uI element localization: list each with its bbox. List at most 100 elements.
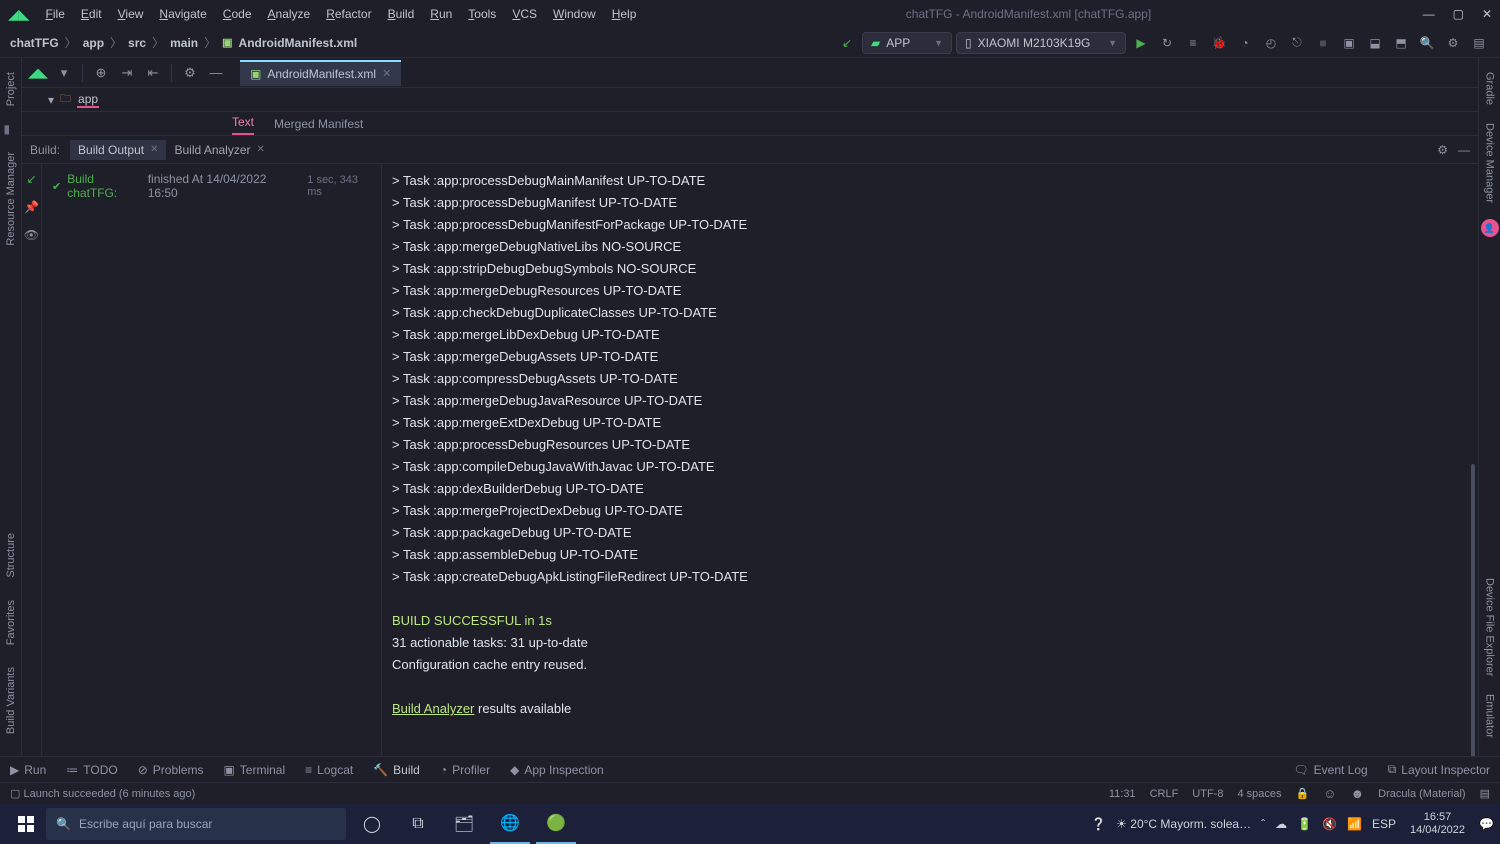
resource-manager-tool-button[interactable]: Resource Manager xyxy=(5,152,17,246)
project-structure-icon[interactable]: ▤ xyxy=(1468,32,1490,54)
avd-manager-icon[interactable]: ▣ xyxy=(1338,32,1360,54)
settings-icon[interactable]: ⚙ xyxy=(1442,32,1464,54)
menu-view[interactable]: View xyxy=(112,5,150,23)
tray-chevron-icon[interactable]: ˆ xyxy=(1261,817,1265,831)
notifications-badge-icon[interactable]: 👤 xyxy=(1481,219,1499,237)
rerun-icon[interactable]: ↻ xyxy=(1156,32,1178,54)
menu-edit[interactable]: Edit xyxy=(75,5,108,23)
android-view-icon[interactable]: ◢◣ xyxy=(28,65,48,81)
reader-mode-icon[interactable]: 🔒 xyxy=(1296,787,1310,800)
status-icon[interactable]: ▢ xyxy=(10,787,20,800)
close-icon[interactable]: ✕ xyxy=(150,144,158,155)
language-indicator[interactable]: ESP xyxy=(1372,817,1396,831)
volume-icon[interactable]: 🔇 xyxy=(1322,817,1337,831)
tab-profiler[interactable]: ◔Profiler xyxy=(440,763,490,777)
hide-panel-icon[interactable]: — xyxy=(1458,143,1470,157)
breadcrumb-item[interactable]: AndroidManifest.xml xyxy=(239,36,358,50)
menu-code[interactable]: Code xyxy=(217,5,258,23)
tab-build-analyzer[interactable]: Build Analyzer ✕ xyxy=(166,140,272,160)
action-center-icon[interactable]: 💬 xyxy=(1479,817,1494,831)
sync-icon[interactable]: ↙ xyxy=(836,32,858,54)
file-encoding[interactable]: UTF-8 xyxy=(1192,788,1223,800)
device-dropdown[interactable]: ▯ XIAOMI M2103K19G ▼ xyxy=(956,32,1126,54)
breadcrumb-item[interactable]: src xyxy=(128,36,146,50)
resource-manager-icon[interactable]: ⬒ xyxy=(1390,32,1412,54)
profiler-icon[interactable]: ◴ xyxy=(1260,32,1282,54)
apply-changes-icon[interactable]: ≡ xyxy=(1182,32,1204,54)
close-tab-icon[interactable]: ✕ xyxy=(382,67,391,80)
menu-file[interactable]: File xyxy=(40,5,71,23)
tree-expand-icon[interactable]: ▾ xyxy=(48,93,54,107)
build-output-console[interactable]: > Task :app:processDebugMainManifest UP-… xyxy=(382,164,1478,756)
attach-debugger-icon[interactable]: ⎋ xyxy=(1286,32,1308,54)
task-view-icon[interactable]: ⧉ xyxy=(398,804,438,844)
menu-analyze[interactable]: Analyze xyxy=(262,5,317,23)
build-tree-root[interactable]: ✔ Build chatTFG: finished At 14/04/2022 … xyxy=(52,172,371,200)
menu-vcs[interactable]: VCS xyxy=(506,5,543,23)
tab-build-output[interactable]: Build Output ✕ xyxy=(70,140,166,160)
menu-refactor[interactable]: Refactor xyxy=(320,5,377,23)
breadcrumb-item[interactable]: chatTFG xyxy=(10,36,59,50)
indent-info[interactable]: 4 spaces xyxy=(1237,788,1281,800)
rerun-icon[interactable]: ↙ xyxy=(26,172,36,186)
tab-todo[interactable]: ≔TODO xyxy=(66,763,117,777)
tab-build[interactable]: 🔨Build xyxy=(373,763,420,777)
theme-name[interactable]: Dracula (Material) xyxy=(1378,788,1465,800)
chrome-icon[interactable]: 🌐 xyxy=(490,804,530,844)
menu-window[interactable]: Window xyxy=(547,5,602,23)
project-tool-button[interactable]: Project xyxy=(5,72,17,106)
tab-event-log[interactable]: 🗨Event Log xyxy=(1293,762,1367,777)
module-name[interactable]: app xyxy=(77,92,99,108)
taskbar-search[interactable]: 🔍 Escribe aquí para buscar xyxy=(46,808,346,840)
favorites-tool-button[interactable]: Favorites xyxy=(5,600,17,645)
menu-navigate[interactable]: Navigate xyxy=(153,5,212,23)
menu-build[interactable]: Build xyxy=(382,5,421,23)
ide-settings-icon[interactable]: ▤ xyxy=(1480,787,1490,800)
bookmarks-icon[interactable]: ▮ xyxy=(4,122,18,136)
stop-icon[interactable]: ■ xyxy=(1312,32,1334,54)
maximize-button[interactable]: ▢ xyxy=(1453,7,1464,21)
select-icon[interactable]: ⊕ xyxy=(91,65,111,81)
expand-icon[interactable]: ⇤ xyxy=(143,65,163,81)
breadcrumb-item[interactable]: main xyxy=(170,36,198,50)
pin-icon[interactable]: 📌 xyxy=(24,200,39,214)
build-analyzer-link[interactable]: Build Analyzer xyxy=(392,701,474,716)
memory-indicator-icon[interactable]: ☺ xyxy=(1323,786,1336,801)
cursor-position[interactable]: 11:31 xyxy=(1109,788,1136,800)
line-separator[interactable]: CRLF xyxy=(1150,788,1179,800)
editor-file-tab[interactable]: ▣ AndroidManifest.xml ✕ xyxy=(240,60,401,86)
debug-icon[interactable]: 🐞 xyxy=(1208,32,1230,54)
wifi-icon[interactable]: 📶 xyxy=(1347,817,1362,831)
onedrive-icon[interactable]: ☁ xyxy=(1275,817,1287,831)
tab-logcat[interactable]: ≡Logcat xyxy=(305,763,353,777)
clock[interactable]: 16:57 14/04/2022 xyxy=(1410,811,1465,837)
collapse-icon[interactable]: ⇥ xyxy=(117,65,137,81)
view-icon[interactable]: 👁 xyxy=(24,228,39,242)
tab-app-inspection[interactable]: ◆App Inspection xyxy=(510,763,604,777)
search-everywhere-icon[interactable]: 🔍 xyxy=(1416,32,1438,54)
tab-terminal[interactable]: ▣Terminal xyxy=(223,763,285,777)
ide-notifications-icon[interactable]: ☻ xyxy=(1350,786,1364,801)
scrollbar-thumb[interactable] xyxy=(1471,464,1475,756)
android-studio-icon[interactable]: 🟢 xyxy=(536,804,576,844)
device-manager-tool-button[interactable]: Device Manager xyxy=(1484,123,1496,203)
battery-icon[interactable]: 🔋 xyxy=(1297,817,1312,831)
device-file-explorer-tool-button[interactable]: Device File Explorer xyxy=(1484,578,1496,676)
tab-merged-manifest[interactable]: Merged Manifest xyxy=(274,117,363,135)
help-tray-icon[interactable]: ❔ xyxy=(1091,817,1106,831)
sdk-manager-icon[interactable]: ⬓ xyxy=(1364,32,1386,54)
file-explorer-icon[interactable]: 🗂 xyxy=(444,804,484,844)
build-variants-tool-button[interactable]: Build Variants xyxy=(5,667,17,734)
hide-icon[interactable]: — xyxy=(206,65,226,80)
coverage-icon[interactable]: ◔ xyxy=(1234,32,1256,54)
tab-layout-inspector[interactable]: ⧉Layout Inspector xyxy=(1388,762,1490,777)
dropdown-icon[interactable]: ▾ xyxy=(54,65,74,81)
cortana-icon[interactable]: ◯ xyxy=(352,804,392,844)
weather-widget[interactable]: ☀ 20°C Mayorm. solea… xyxy=(1116,817,1251,831)
gradle-tool-button[interactable]: Gradle xyxy=(1484,72,1496,105)
close-button[interactable]: ✕ xyxy=(1482,7,1492,21)
tab-text[interactable]: Text xyxy=(232,115,254,135)
menu-tools[interactable]: Tools xyxy=(462,5,502,23)
gear-icon[interactable]: ⚙ xyxy=(180,65,200,81)
menu-run[interactable]: Run xyxy=(424,5,458,23)
